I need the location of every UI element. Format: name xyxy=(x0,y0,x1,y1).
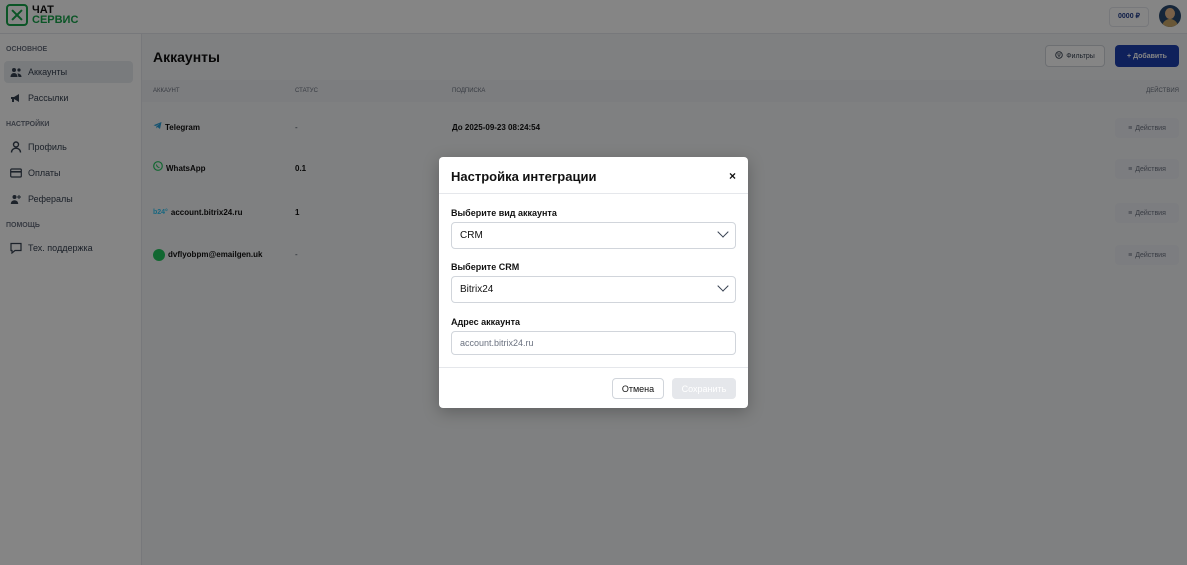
account-type-value: CRM xyxy=(460,230,483,241)
integration-settings-modal: Настройка интеграции × Выберите вид акка… xyxy=(439,157,748,408)
close-icon[interactable]: × xyxy=(729,169,736,183)
chevron-down-icon xyxy=(717,226,729,238)
save-button[interactable]: Сохранить xyxy=(672,378,736,399)
cancel-button[interactable]: Отмена xyxy=(612,378,664,399)
modal-footer: Отмена Сохранить xyxy=(439,367,748,408)
account-type-label: Выберите вид аккаунта xyxy=(451,208,557,218)
crm-select[interactable]: Bitrix24 xyxy=(451,276,736,303)
modal-header: Настройка интеграции × xyxy=(439,157,748,194)
account-type-select[interactable]: CRM xyxy=(451,222,736,249)
address-label: Адрес аккаунта xyxy=(451,317,520,327)
chevron-down-icon xyxy=(717,280,729,292)
crm-value: Bitrix24 xyxy=(460,284,494,295)
account-address-input[interactable] xyxy=(451,331,736,355)
modal-title: Настройка интеграции xyxy=(451,169,597,184)
crm-label: Выберите CRM xyxy=(451,262,520,272)
